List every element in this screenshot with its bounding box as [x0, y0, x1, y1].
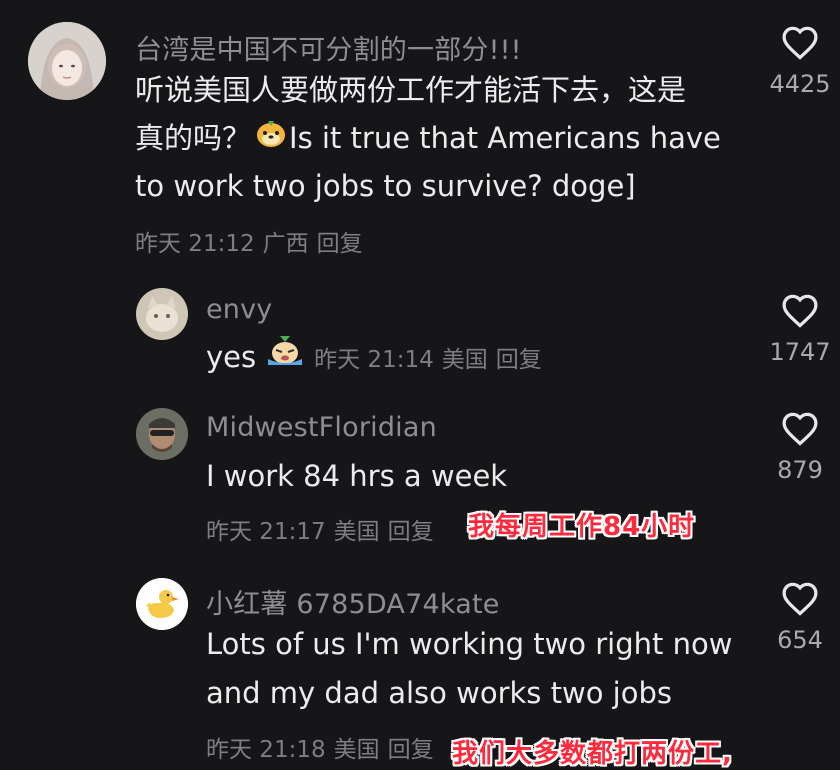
comment-username[interactable]: 小红薯 6785DA74kate	[206, 582, 500, 621]
like-button[interactable]: 879	[765, 410, 835, 484]
comment-location: 美国	[333, 519, 380, 545]
comment-username[interactable]: MidwestFloridian	[206, 412, 437, 443]
comment-text-line-3: to work two jobs to survive? doge]	[135, 169, 636, 203]
duck-icon	[136, 578, 188, 630]
avatar-girl-icon	[28, 22, 106, 100]
reply-button[interactable]: 回复	[388, 519, 434, 545]
avatar[interactable]	[136, 578, 188, 630]
comment-text-segment: Is it true that Americans have	[289, 121, 721, 155]
comment-time: 昨天 21:14	[314, 347, 434, 373]
comment-username[interactable]: envy	[206, 294, 272, 325]
comment-location: 美国	[333, 737, 380, 763]
doge-emoji-icon	[255, 114, 287, 162]
heart-outline-icon	[782, 582, 818, 616]
avatar[interactable]	[136, 408, 188, 460]
like-button[interactable]: 4425	[765, 24, 835, 98]
comment-text-line-2: 真的吗？ Is it true that Americans have	[135, 114, 721, 166]
avatar-man-icon	[136, 408, 188, 460]
comment-text-segment: yes	[206, 340, 257, 374]
reply-button[interactable]: 回复	[317, 231, 363, 257]
comment-meta: 昨天 21:12 广西 回复	[135, 224, 371, 258]
like-count: 1747	[769, 338, 831, 366]
comment-location: 广西	[262, 231, 309, 257]
comment-time: 昨天 21:18	[206, 737, 326, 763]
comment-text-line-2: and my dad also works two jobs	[206, 676, 672, 710]
like-count: 654	[777, 626, 823, 654]
crying-emoji-icon	[264, 333, 306, 381]
avatar[interactable]	[28, 22, 106, 100]
comment-text-segment: 真的吗？	[135, 121, 252, 155]
comment-username[interactable]: 台湾是中国不可分割的一部分!!!	[135, 28, 522, 67]
avatar[interactable]	[136, 288, 188, 340]
comment-text: yes 昨天 21:14 美国 回复	[206, 333, 550, 385]
reply-button[interactable]: 回复	[496, 347, 542, 373]
like-button[interactable]: 1747	[765, 292, 835, 366]
comment-text: I work 84 hrs a week	[206, 459, 508, 493]
subtitle-caption: 我每周工作84小时	[468, 512, 696, 542]
like-button[interactable]: 654	[765, 580, 835, 654]
comment-time: 昨天 21:12	[135, 231, 255, 257]
subtitle-caption: 我们大多数都打两份工,	[452, 739, 733, 769]
comment-time: 昨天 21:17	[206, 519, 326, 545]
heart-outline-icon	[782, 294, 818, 328]
comment-meta: 昨天 21:14 美国 回复	[314, 347, 550, 373]
like-count: 4425	[769, 70, 831, 98]
comment-text-line-1: 听说美国人要做两份工作才能活下去，这是	[135, 73, 687, 107]
like-count: 879	[777, 456, 823, 484]
heart-outline-icon	[782, 26, 818, 60]
comment-location: 美国	[441, 347, 488, 373]
comment-text-line-1: Lots of us I'm working two right now	[206, 627, 733, 661]
reply-button[interactable]: 回复	[388, 737, 434, 763]
comment-meta: 昨天 21:17 美国 回复	[206, 512, 442, 546]
avatar-cat-icon	[136, 288, 188, 340]
heart-outline-icon	[782, 412, 818, 446]
